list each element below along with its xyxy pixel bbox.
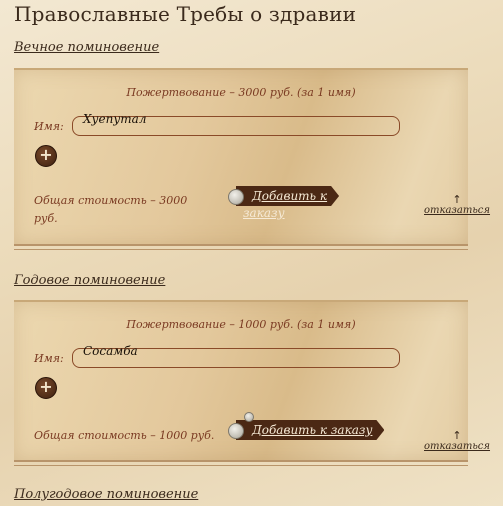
donation-info: Пожертвование – 3000 руб. (за 1 имя) (126, 86, 356, 99)
seal-icon (228, 423, 244, 439)
seal-top-icon (244, 412, 254, 422)
total-cost-line1: Общая стоимость – 3000 (34, 194, 188, 207)
up-arrow-icon: ↑ (452, 429, 462, 442)
plus-icon: + (39, 145, 53, 164)
add-name-button[interactable]: + (35, 377, 57, 399)
add-to-order-button[interactable]: Добавить к заказу (228, 412, 376, 440)
name-input[interactable]: Хуепутал (72, 112, 400, 136)
seal-icon (228, 189, 244, 205)
plus-icon: + (39, 377, 53, 396)
add-to-order-label: Добавить к (236, 186, 339, 206)
name-input-value: Сосамба (83, 344, 138, 358)
refuse-link[interactable]: ↑ отказаться (424, 194, 490, 216)
up-arrow-icon: ↑ (452, 193, 462, 206)
name-label: Имя: (34, 352, 64, 365)
total-cost-line2: руб. (34, 212, 58, 225)
refuse-label: отказаться (424, 441, 491, 452)
page-title: Православные Требы о здравии (14, 2, 357, 26)
add-to-order-label-line2: заказу (243, 206, 285, 220)
add-to-order-label: Добавить к заказу (236, 420, 384, 440)
add-name-button[interactable]: + (35, 145, 57, 167)
yearly-commemoration-panel: Пожертвование – 1000 руб. (за 1 имя) Имя… (14, 300, 490, 466)
add-to-order-button[interactable]: Добавить к заказу (228, 186, 331, 220)
donation-info: Пожертвование – 1000 руб. (за 1 имя) (126, 318, 356, 331)
refuse-label: отказаться (424, 205, 491, 216)
total-cost: Общая стоимость – 3000 руб. (34, 192, 187, 228)
name-label: Имя: (34, 120, 64, 133)
eternal-commemoration-panel: Пожертвование – 3000 руб. (за 1 имя) Имя… (14, 68, 490, 250)
refuse-link[interactable]: ↑ отказаться (424, 430, 490, 452)
section-title-yearly[interactable]: Годовое поминовение (14, 273, 165, 288)
total-cost: Общая стоимость – 1000 руб. (34, 429, 215, 442)
section-title-eternal[interactable]: Вечное поминовение (14, 40, 159, 55)
name-input-value: Хуепутал (83, 112, 147, 126)
section-title-halfyear[interactable]: Полугодовое поминовение (14, 487, 198, 502)
name-input[interactable]: Сосамба (72, 344, 400, 368)
